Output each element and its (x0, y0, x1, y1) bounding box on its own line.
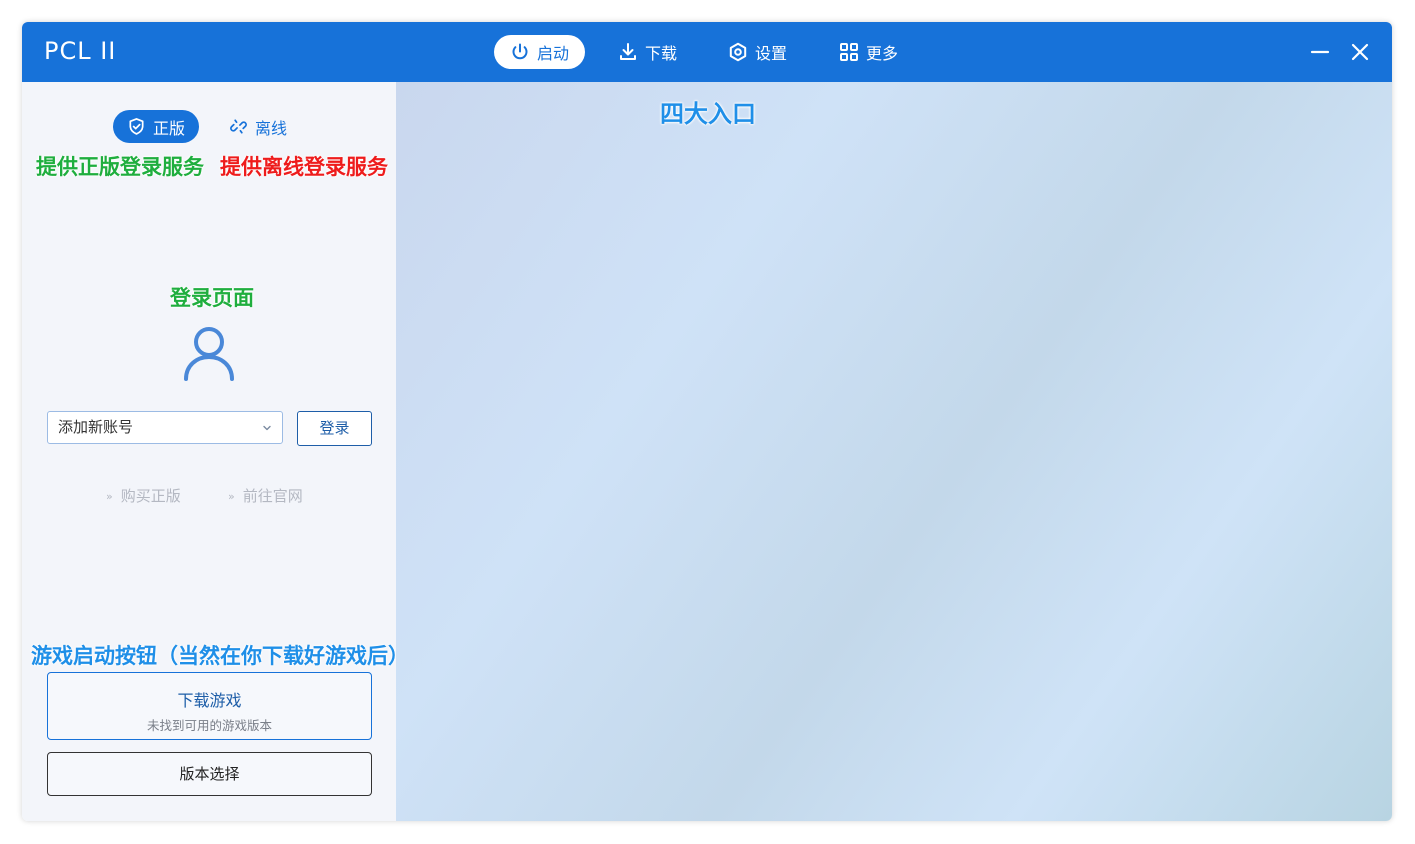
gear-icon (729, 42, 747, 62)
annotation-offline-login: 提供离线登录服务 (220, 155, 388, 179)
link-broken-icon (230, 119, 247, 134)
nav-launch[interactable]: 启动 (494, 35, 586, 69)
chevron-down-icon (263, 425, 271, 431)
shield-check-icon (129, 118, 144, 135)
nav-more[interactable]: 更多 (823, 35, 914, 69)
double-chevron-right-icon: » (228, 490, 235, 503)
nav-settings-label: 设置 (755, 44, 788, 63)
account-select[interactable]: 添加新账号 (47, 411, 283, 444)
version-select-button[interactable]: 版本选择 (47, 752, 372, 796)
launch-game-button[interactable]: 下载游戏 未找到可用的游戏版本 (47, 672, 372, 740)
main-content: 四大入口 (396, 82, 1392, 821)
annotation-four-entries: 四大入口 (660, 100, 756, 128)
close-icon[interactable] (1348, 40, 1372, 64)
buy-official-link[interactable]: » 购买正版 (106, 485, 181, 506)
official-site-label: 前往官网 (242, 487, 303, 505)
annotation-official-login: 提供正版登录服务 (36, 155, 204, 179)
account-select-value: 添加新账号 (58, 418, 134, 436)
nav-download-label: 下载 (645, 44, 678, 63)
launch-button-subtitle: 未找到可用的游戏版本 (146, 718, 272, 733)
app-title: PCL II (44, 37, 117, 65)
annotation-login-page: 登录页面 (170, 286, 254, 310)
buy-official-label: 购买正版 (120, 487, 181, 505)
double-chevron-right-icon: » (106, 490, 113, 503)
download-icon (620, 43, 636, 60)
nav-more-label: 更多 (866, 44, 899, 63)
tab-official[interactable]: 正版 (113, 110, 200, 143)
title-bar[interactable]: PCL II 启动 下载 设置 更多 (22, 22, 1392, 82)
annotation-launch-button: 游戏启动按钮（当然在你下载好游戏后） (31, 644, 409, 668)
tab-offline[interactable]: 离线 (215, 110, 301, 143)
nav-settings[interactable]: 设置 (712, 35, 803, 69)
nav-download[interactable]: 下载 (602, 35, 693, 69)
official-site-link[interactable]: » 前往官网 (228, 485, 303, 506)
nav-launch-label: 启动 (537, 44, 570, 63)
launch-button-title: 下载游戏 (177, 691, 242, 710)
launcher-window: PCL II 启动 下载 设置 更多 正版 离线 提供正版登录服务 提供离线登录… (22, 22, 1392, 821)
tab-official-label: 正版 (153, 118, 186, 138)
sidebar: 正版 离线 提供正版登录服务 提供离线登录服务 登录页面 添加新账号 登录 » 购… (22, 82, 409, 821)
login-button[interactable]: 登录 (297, 411, 372, 446)
minimize-icon[interactable] (1308, 40, 1332, 64)
grid-icon (840, 43, 858, 61)
user-icon (184, 327, 234, 381)
tab-offline-label: 离线 (255, 118, 288, 138)
power-icon (512, 43, 528, 60)
